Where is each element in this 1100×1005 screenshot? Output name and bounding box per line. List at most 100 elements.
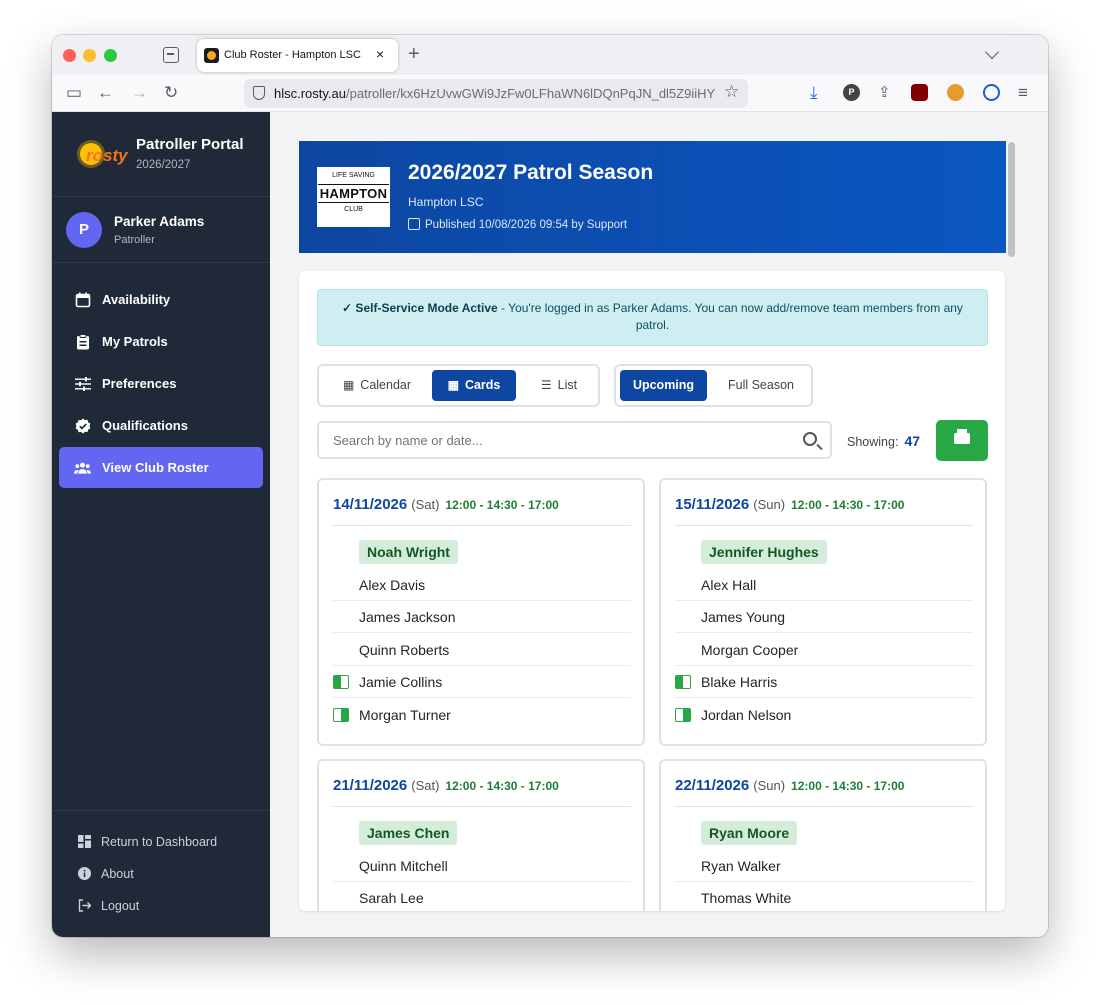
list-item[interactable]: Jamie Collins	[333, 666, 631, 698]
member-name: Thomas White	[701, 890, 792, 906]
badge-check-icon	[74, 417, 91, 434]
patrol-captain[interactable]: Noah Wright	[333, 537, 631, 569]
upcoming-button[interactable]: Upcoming	[620, 370, 707, 401]
browser-tab[interactable]: Club Roster - Hampton LSC ×	[197, 39, 398, 72]
list-item[interactable]: Alex Hall	[675, 569, 973, 601]
sidebar-footer: Return to Dashboard About Logout	[52, 810, 270, 937]
brand-season: 2026/2027	[136, 159, 191, 171]
sidebar-item-view-club-roster[interactable]: View Club Roster	[59, 447, 263, 488]
main-content: LIFE SAVING HAMPTON CLUB 2026/2027 Patro…	[270, 112, 1048, 937]
list-item[interactable]: Thomas White	[675, 882, 973, 911]
patrol-captain[interactable]: Ryan Moore	[675, 818, 973, 850]
minimize-window-button[interactable]	[83, 49, 96, 62]
tab-close-icon[interactable]: ×	[376, 46, 384, 62]
tab-overview-icon[interactable]	[163, 47, 179, 63]
patrol-card: 22/11/2026 (Sun) 12:00 - 14:30 - 17:00 Rya…	[659, 759, 987, 911]
share-icon[interactable]: ⇪	[878, 83, 891, 103]
extension-icon[interactable]	[947, 84, 964, 101]
divider	[333, 525, 631, 526]
sidebar-item-my-patrols[interactable]: My Patrols	[59, 321, 263, 362]
showing-number: 47	[904, 433, 921, 449]
list-item[interactable]: James Jackson	[333, 601, 631, 633]
patrol-card: 14/11/2026 (Sat) 12:00 - 14:30 - 17:00 Noa…	[317, 478, 645, 746]
shield-icon[interactable]	[253, 86, 265, 100]
navigation-bar: ▭ ← → ↻ hlsc.rosty.au/patroller/kx6HzUvw…	[52, 75, 1048, 112]
member-name: Quinn Roberts	[359, 642, 450, 658]
list-item[interactable]: Quinn Roberts	[333, 634, 631, 666]
new-tab-button[interactable]: +	[408, 43, 420, 66]
tab-list-chevron-icon[interactable]	[984, 44, 1000, 60]
address-bar[interactable]: hlsc.rosty.au/patroller/kx6HzUvwGWi9JzFw…	[244, 79, 748, 108]
close-window-button[interactable]	[63, 49, 76, 62]
url-domain: hlsc.rosty.au	[274, 86, 347, 101]
bookmark-star-icon[interactable]: ☆	[724, 82, 739, 102]
list-item[interactable]: Quinn Mitchell	[333, 850, 631, 882]
reload-icon[interactable]: ↻	[164, 83, 178, 103]
list-item[interactable]: Alex Davis	[333, 569, 631, 601]
back-arrow-icon[interactable]: ←	[97, 83, 114, 103]
footer-label: About	[101, 867, 134, 881]
dashboard-icon	[78, 835, 92, 849]
calendar-view-button[interactable]: ▦ Calendar	[327, 370, 427, 401]
view-mode-label: List	[557, 378, 578, 392]
member-name: Ryan Walker	[701, 858, 781, 874]
list-item[interactable]: Ryan Walker	[675, 850, 973, 882]
print-button[interactable]	[936, 420, 988, 461]
list-item[interactable]: Morgan Turner	[333, 699, 631, 731]
divider	[333, 806, 631, 807]
password-manager-icon[interactable]	[983, 84, 1000, 101]
sidebar: rosty Patroller Portal 2026/2027 P Parke…	[52, 112, 270, 937]
member-name: Alex Hall	[701, 577, 757, 593]
return-to-dashboard-link[interactable]: Return to Dashboard	[78, 835, 217, 849]
list-item[interactable]: Morgan Cooper	[675, 634, 973, 666]
scrollbar-thumb[interactable]	[1008, 142, 1015, 257]
member-name: James Young	[701, 609, 786, 625]
patrol-time: 12:00 - 14:30 - 17:00	[791, 779, 905, 793]
patrol-time: 12:00 - 14:30 - 17:00	[445, 779, 559, 793]
zoom-window-button[interactable]	[104, 49, 117, 62]
list-item[interactable]: Jordan Nelson	[675, 699, 973, 731]
list-item[interactable]: Sarah Lee	[333, 882, 631, 911]
info-icon	[78, 867, 92, 881]
sidebar-item-availability[interactable]: Availability	[59, 279, 263, 320]
extension-p-icon[interactable]: P	[843, 84, 860, 101]
cards-view-button[interactable]: ▦ Cards	[432, 370, 516, 401]
calendar-icon: ▦	[342, 378, 355, 392]
sidebar-toggle-icon[interactable]: ▭	[66, 83, 82, 103]
flag-icon	[333, 708, 349, 722]
logo-wordmark: rosty	[86, 146, 128, 165]
search-icon[interactable]	[803, 432, 817, 446]
patrol-captain[interactable]: James Chen	[333, 818, 631, 850]
member-name: Morgan Cooper	[701, 642, 799, 658]
patrol-date: 22/11/2026	[675, 777, 750, 794]
patrol-card: 15/11/2026 (Sun) 12:00 - 14:30 - 17:00 Jen…	[659, 478, 987, 746]
rosty-logo: rosty	[76, 140, 128, 170]
user-panel: P Parker Adams Patroller	[52, 197, 270, 263]
published-text: Published 10/08/2026 09:54 by Support	[425, 219, 628, 231]
list-icon: ☰	[540, 378, 552, 392]
url-text[interactable]: hlsc.rosty.au/patroller/kx6HzUvwGWi9JzFw…	[274, 86, 717, 101]
grid-icon: ▦	[447, 378, 459, 392]
ublock-icon[interactable]	[911, 84, 928, 101]
list-item[interactable]: Blake Harris	[675, 666, 973, 698]
patrol-date: 15/11/2026	[675, 496, 750, 513]
app: rosty Patroller Portal 2026/2027 P Parke…	[52, 112, 1048, 937]
url-path: /patroller/kx6HzUvwGWi9JzFw0LFhaWN6lDQnP…	[346, 86, 716, 101]
patrol-captain[interactable]: Jennifer Hughes	[675, 537, 973, 569]
full-season-button[interactable]: Full Season	[715, 370, 807, 401]
member-name: Blake Harris	[701, 674, 778, 690]
download-icon[interactable]: ⤓	[810, 83, 818, 103]
sidebar-item-preferences[interactable]: Preferences	[59, 363, 263, 404]
tab-bar: Club Roster - Hampton LSC × +	[52, 35, 1048, 75]
search-input[interactable]: Search by name or date...	[317, 421, 832, 459]
about-link[interactable]: About	[78, 867, 134, 881]
forward-arrow-icon[interactable]: →	[131, 83, 148, 103]
menu-icon[interactable]: ≡	[1018, 83, 1028, 103]
patrol-day: (Sun)	[753, 497, 786, 512]
sidebar-item-qualifications[interactable]: Qualifications	[59, 405, 263, 446]
list-item[interactable]: James Young	[675, 601, 973, 633]
list-view-button[interactable]: ☰ List	[524, 370, 594, 401]
logout-link[interactable]: Logout	[78, 899, 139, 913]
patrol-day: (Sat)	[411, 778, 440, 793]
calendar-icon	[74, 291, 91, 308]
